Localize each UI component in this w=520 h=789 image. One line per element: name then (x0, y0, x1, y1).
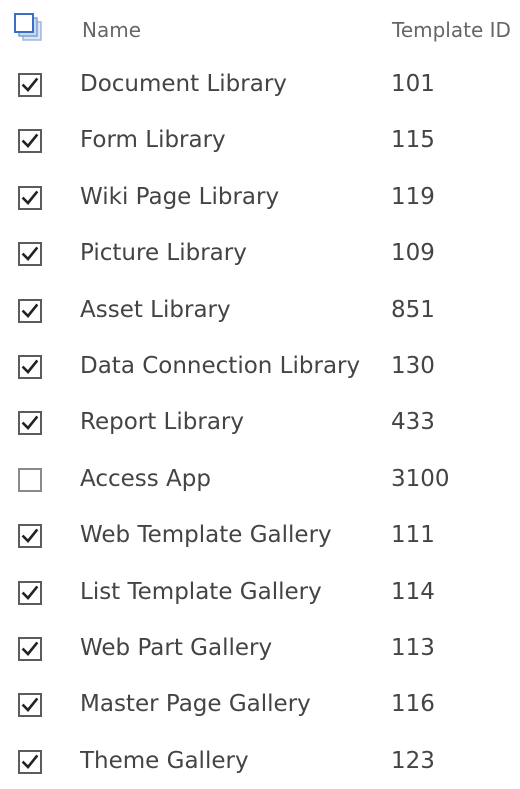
list-item[interactable]: Web Template Gallery 111 (0, 507, 520, 563)
list-item[interactable]: Report Library 433 (0, 394, 520, 450)
select-all-icon-graphic (14, 13, 42, 41)
checkbox-icon[interactable] (18, 524, 42, 549)
list-item[interactable]: Theme Gallery 123 (0, 733, 520, 789)
template-name: Document Library (80, 71, 287, 97)
checkmark-icon (21, 528, 39, 544)
template-name: Access App (80, 465, 211, 492)
template-list: Document Library 101 Form Library 115 Wiki P… (0, 56, 520, 789)
checkmark-icon (21, 641, 39, 656)
list-item[interactable]: Master Page Gallery 116 (0, 676, 520, 732)
list-item[interactable]: Web Part Gallery 113 (0, 620, 520, 676)
template-id-value: 123 (391, 747, 435, 774)
template-id-value: 116 (391, 691, 435, 718)
template-id-value: 114 (391, 578, 435, 605)
list-item[interactable]: Picture Library 109 (0, 225, 520, 281)
checkbox-icon[interactable] (18, 185, 42, 210)
list-item[interactable]: Asset Library 851 (0, 282, 520, 338)
template-id-value: 130 (391, 352, 435, 379)
checkbox-icon[interactable] (18, 580, 42, 605)
checkbox-icon[interactable] (18, 242, 42, 267)
column-header-template-id[interactable]: Template ID (392, 16, 511, 44)
list-item[interactable]: Form Library 115 (0, 112, 520, 168)
checkmark-icon (21, 303, 39, 318)
template-id-value: 851 (391, 296, 435, 323)
template-name: Web Template Gallery (80, 522, 332, 549)
template-id-value: 115 (391, 127, 435, 154)
template-name: Theme Gallery (80, 747, 249, 774)
checkbox-icon[interactable] (18, 354, 42, 379)
checkbox-icon[interactable] (18, 749, 42, 774)
template-name: Report Library (80, 409, 244, 436)
template-id-value: 111 (391, 522, 435, 549)
template-name: List Template Gallery (80, 578, 322, 605)
template-id-value: 119 (391, 183, 435, 210)
checkbox-icon[interactable] (18, 129, 42, 154)
template-name: Picture Library (80, 240, 247, 267)
template-name: Wiki Page Library (80, 183, 280, 210)
checkmark-icon (21, 77, 39, 92)
checkmark-icon (21, 359, 39, 374)
checkmark-icon (21, 697, 39, 713)
checkbox-icon[interactable] (18, 411, 42, 436)
select-all-icon[interactable] (14, 13, 44, 43)
checkbox-icon[interactable] (18, 467, 42, 492)
template-id-value: 113 (391, 634, 435, 661)
list-item[interactable]: Data Connection Library 130 (0, 338, 520, 394)
template-name: Data Connection Library (80, 352, 361, 379)
list-header: Name Template ID (0, 0, 520, 58)
checkbox-icon[interactable] (18, 298, 42, 323)
template-id-value: 109 (391, 240, 435, 267)
template-id-value: 433 (391, 409, 435, 436)
list-item[interactable]: Document Library 101 (0, 56, 520, 112)
list-item[interactable]: Wiki Page Library 119 (0, 169, 520, 225)
list-item[interactable]: Access App 3100 (0, 451, 520, 507)
template-name: Asset Library (80, 296, 231, 323)
checkmark-icon (21, 190, 39, 205)
checkbox-icon[interactable] (18, 693, 42, 718)
checkmark-icon (21, 754, 39, 769)
template-id-value: 3100 (391, 465, 450, 492)
checkbox-icon[interactable] (18, 636, 42, 661)
template-id-value: 101 (391, 71, 435, 97)
checkmark-icon (21, 585, 39, 600)
checkmark-icon (21, 416, 39, 431)
checkmark-icon (21, 246, 39, 262)
template-name: Form Library (80, 127, 226, 154)
checkmark-icon (21, 134, 39, 149)
checkbox-icon[interactable] (18, 73, 42, 97)
template-name: Master Page Gallery (80, 691, 311, 718)
list-item[interactable]: List Template Gallery 114 (0, 564, 520, 620)
template-name: Web Part Gallery (80, 634, 273, 661)
column-header-name[interactable]: Name (82, 16, 141, 44)
